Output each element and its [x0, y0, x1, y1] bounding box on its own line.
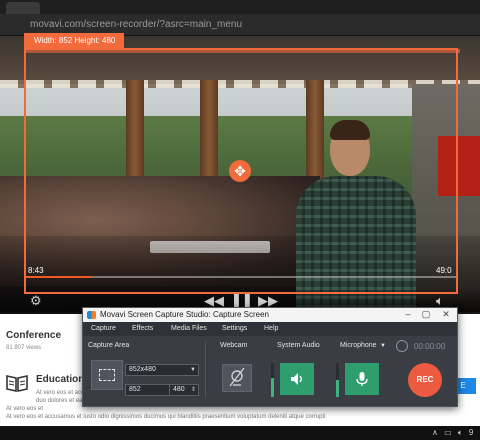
screen: movavi.com/screen-recorder/?asrc=main_me… — [0, 0, 480, 440]
system-audio-level[interactable] — [271, 363, 274, 397]
select-area-icon — [99, 369, 115, 381]
stepper-icon[interactable]: ⇕ — [191, 385, 196, 395]
browser-tab[interactable] — [6, 2, 40, 14]
microphone-label[interactable]: Microphone — [340, 342, 377, 349]
width-value: 852 — [129, 386, 141, 393]
recorder-title: Movavi Screen Capture Studio: Capture Sc… — [100, 310, 269, 319]
system-audio-level-fill — [271, 378, 274, 397]
microphone-chevron-down-icon[interactable]: ▼ — [380, 343, 386, 349]
education-text-line: At vero eos et — [6, 406, 44, 412]
rec-button[interactable]: REC — [408, 363, 442, 397]
area-preset-value: 852x480 — [129, 366, 156, 373]
browser-tab-strip — [0, 0, 480, 14]
book-icon — [6, 375, 28, 392]
select-area-button[interactable] — [91, 360, 123, 390]
movavi-logo-icon — [87, 311, 96, 319]
height-value: 480 — [173, 386, 185, 393]
menu-capture[interactable]: Capture — [91, 325, 116, 332]
recorder-titlebar[interactable]: Movavi Screen Capture Studio: Capture Sc… — [83, 308, 457, 322]
video-title: Conference — [6, 330, 62, 341]
menu-help[interactable]: Help — [264, 325, 278, 332]
maximize-icon[interactable]: ▢ — [419, 309, 433, 320]
capture-area-top-edge[interactable] — [26, 49, 460, 53]
section-divider — [205, 342, 206, 398]
webcam-off-icon — [229, 367, 245, 387]
webcam-label: Webcam — [220, 342, 248, 349]
microphone-icon — [356, 372, 368, 386]
education-title: Education — [36, 374, 85, 385]
taskbar: ∧ ▭ 🔈︎ 9 — [0, 426, 480, 440]
close-icon[interactable]: ✕ — [439, 309, 453, 320]
settings-gear-icon[interactable]: ⚙ — [30, 294, 42, 307]
system-audio-label: System Audio — [277, 342, 320, 349]
fast-forward-icon[interactable]: ▶▶ — [258, 294, 278, 307]
microphone-toggle[interactable] — [345, 363, 379, 395]
recorder-window: Movavi Screen Capture Studio: Capture Sc… — [82, 307, 458, 407]
recording-timer: 00:00:00 — [414, 342, 446, 351]
alarm-clock-icon[interactable] — [396, 340, 408, 352]
menu-effects[interactable]: Effects — [132, 325, 153, 332]
webcam-toggle[interactable] — [222, 364, 252, 392]
minimize-icon[interactable]: – — [401, 309, 415, 319]
education-text-line: At vero eos et accusamus et iusto odio d… — [6, 414, 326, 420]
microphone-level-fill — [336, 380, 339, 397]
volume-icon[interactable]: 🔈︎ — [436, 294, 444, 307]
chevron-down-icon: ▼ — [190, 367, 196, 373]
address-bar-url[interactable]: movavi.com/screen-recorder/?asrc=main_me… — [30, 19, 242, 30]
video-views: 81 807 views — [6, 345, 42, 351]
rewind-icon[interactable]: ◀◀ — [204, 294, 224, 307]
menu-settings[interactable]: Settings — [222, 325, 247, 332]
move-crosshair-icon[interactable]: ✥ — [229, 160, 251, 182]
recorder-menubar: Capture Effects Media Files Settings Hel… — [83, 322, 457, 336]
capture-area-label: Capture Area — [88, 342, 130, 349]
speaker-icon — [291, 373, 302, 385]
area-preset-select[interactable]: 852x480 ▼ — [125, 364, 199, 376]
system-tray-icons[interactable]: ∧ ▭ 🔈︎ 9 — [432, 428, 475, 438]
pause-icon[interactable]: ❚❚ — [231, 293, 253, 306]
menu-media-files[interactable]: Media Files — [171, 325, 207, 332]
education-text-line: duo dolores et ea — [36, 398, 83, 404]
capture-size-label: Width: 852 Height: 480 — [24, 33, 124, 48]
height-field[interactable]: 480 ⇕ — [169, 384, 199, 396]
system-audio-toggle[interactable] — [280, 363, 314, 395]
microphone-level[interactable] — [336, 363, 339, 397]
